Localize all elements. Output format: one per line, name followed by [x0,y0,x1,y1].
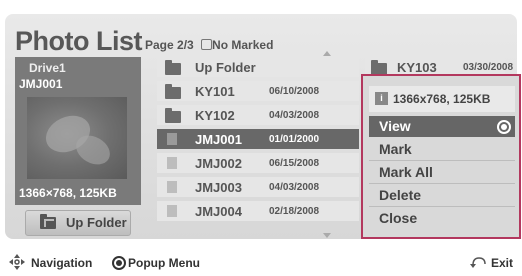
exit-return-icon [470,257,486,268]
page-info: Page 2/3 No Marked [145,38,273,52]
photo-file-icon [167,133,177,145]
list-item[interactable]: JMJ003 04/03/2008 [157,177,359,197]
list-item-name: KY101 [195,84,235,99]
list-item-selected[interactable]: JMJ001 01/01/2000 [157,129,359,149]
list-item-name: KY103 [397,60,437,75]
photo-file-icon [167,205,177,217]
list-item-name: JMJ002 [195,156,242,171]
photo-thumbnail [27,97,127,179]
list-item[interactable]: KY101 06/10/2008 [157,81,359,101]
list-item-name: Up Folder [195,60,256,75]
preview-filename: JMJ001 [19,77,63,91]
popup-menu: i 1366x768, 125KB View Mark Mark All Del… [361,74,521,239]
list-item[interactable]: JMJ004 02/18/2008 [157,201,359,221]
list-item-name: JMJ001 [195,132,242,147]
folder-icon [40,214,56,229]
popup-file-info: i 1366x768, 125KB [369,86,515,112]
marked-status: No Marked [212,38,274,52]
up-folder-label: Up Folder [66,215,127,230]
popup-info-text: 1366x768, 125KB [393,92,491,106]
drive-label: Drive1 [29,61,66,75]
popup-menu-label: Popup Menu [128,256,200,270]
list-item[interactable]: Up Folder [157,57,359,77]
list-item-date: 01/01/2000 [269,134,320,145]
list-item[interactable]: JMJ002 06/15/2008 [157,153,359,173]
exit-label: Exit [491,256,514,270]
photo-preview: Drive1 JMJ001 1366×768, 125KB [15,57,141,205]
selected-radio-icon [497,120,511,134]
scroll-up-icon[interactable] [323,51,331,56]
page-indicator: Page 2/3 [145,38,194,52]
navigation-arrows-icon [9,254,25,270]
menu-item-label: Mark [379,141,412,157]
menu-item-mark-all[interactable]: Mark All [369,162,515,184]
menu-item-view[interactable]: View [369,116,515,137]
menu-item-label: Delete [379,187,422,203]
list-item-name: KY102 [195,108,235,123]
list-item-date: 03/30/2008 [463,62,514,73]
menu-item-label: Mark All [379,164,433,180]
mark-checkbox-icon [201,39,213,50]
menu-item-mark[interactable]: Mark [369,139,515,161]
folder-icon [165,84,181,99]
up-folder-button[interactable]: Up Folder [25,210,131,236]
up-folder-icon [165,60,181,75]
list-item-name: JMJ003 [195,180,242,195]
folder-icon [165,108,181,123]
photo-file-icon [167,181,177,193]
info-icon: i [375,92,388,105]
page-title: Photo List [15,26,142,56]
menu-item-delete[interactable]: Delete [369,185,515,207]
scroll-down-icon[interactable] [323,233,331,238]
list-item-date: 04/03/2008 [269,110,320,121]
menu-item-label: View [379,118,411,134]
menu-item-label: Close [379,210,418,226]
footer-help-bar: Navigation Popup Menu Exit [0,249,522,276]
photo-file-icon [167,157,177,169]
preview-resolution: 1366×768, 125KB [19,186,117,200]
menu-item-close[interactable]: Close [369,208,515,229]
list-item-name: JMJ004 [195,204,242,219]
list-item-date: 06/10/2008 [269,86,320,97]
list-item-date: 06/15/2008 [269,158,320,169]
ok-button-icon [112,256,126,270]
list-item[interactable]: KY102 04/03/2008 [157,105,359,125]
list-item-date: 02/18/2008 [269,206,320,217]
navigation-label: Navigation [31,256,93,270]
list-item-date: 04/03/2008 [269,182,320,193]
